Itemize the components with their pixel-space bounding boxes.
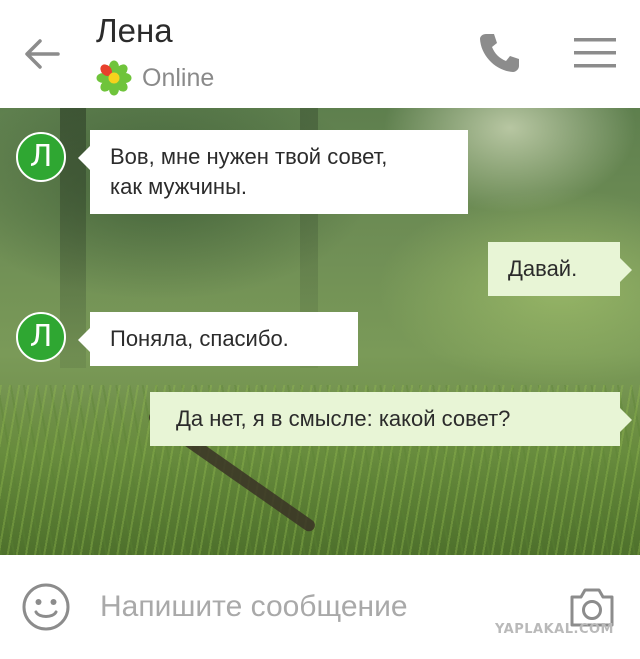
incoming-message[interactable]: Поняла, спасибо. (78, 312, 358, 366)
watermark: YAPLAKAL.COM (495, 622, 614, 637)
icq-flower-icon (96, 60, 132, 96)
status-row: Online (96, 58, 214, 98)
outgoing-message[interactable]: Да нет, я в смысле: какой совет? (150, 392, 632, 446)
avatar[interactable]: Л (16, 312, 66, 362)
status-text: Online (142, 63, 215, 92)
chat-header: Лена Online (0, 0, 640, 108)
back-button[interactable] (18, 30, 66, 78)
message-text-line: как мужчины. (110, 174, 247, 199)
phone-icon (480, 34, 519, 72)
arrow-left-icon (25, 39, 60, 69)
message-text-line: Давай. (508, 256, 578, 281)
message-input[interactable] (96, 579, 544, 635)
message-text-line: Да нет, я в смысле: какой совет? (176, 406, 511, 431)
outgoing-message[interactable]: Давай. (488, 242, 632, 296)
message-text-line: Вов, мне нужен твой совет, (110, 144, 388, 169)
call-button[interactable] (474, 28, 524, 78)
message-text-line: Поняла, спасибо. (110, 326, 289, 351)
menu-button[interactable] (570, 32, 620, 74)
avatar[interactable]: Л (16, 132, 66, 182)
emoji-button[interactable] (20, 581, 72, 633)
smiley-icon (22, 583, 70, 631)
message-list[interactable]: Л Вов, мне нужен твой совет, как мужчины… (0, 108, 640, 555)
incoming-message[interactable]: Вов, мне нужен твой совет, как мужчины. (78, 130, 468, 214)
chat-screen: Лена Online Л Вов, мне нужен твой совет,… (0, 0, 640, 659)
composer-bar: YAPLAKAL.COM (0, 555, 640, 659)
hamburger-menu-icon (574, 38, 616, 68)
contact-name[interactable]: Лена (96, 12, 173, 50)
